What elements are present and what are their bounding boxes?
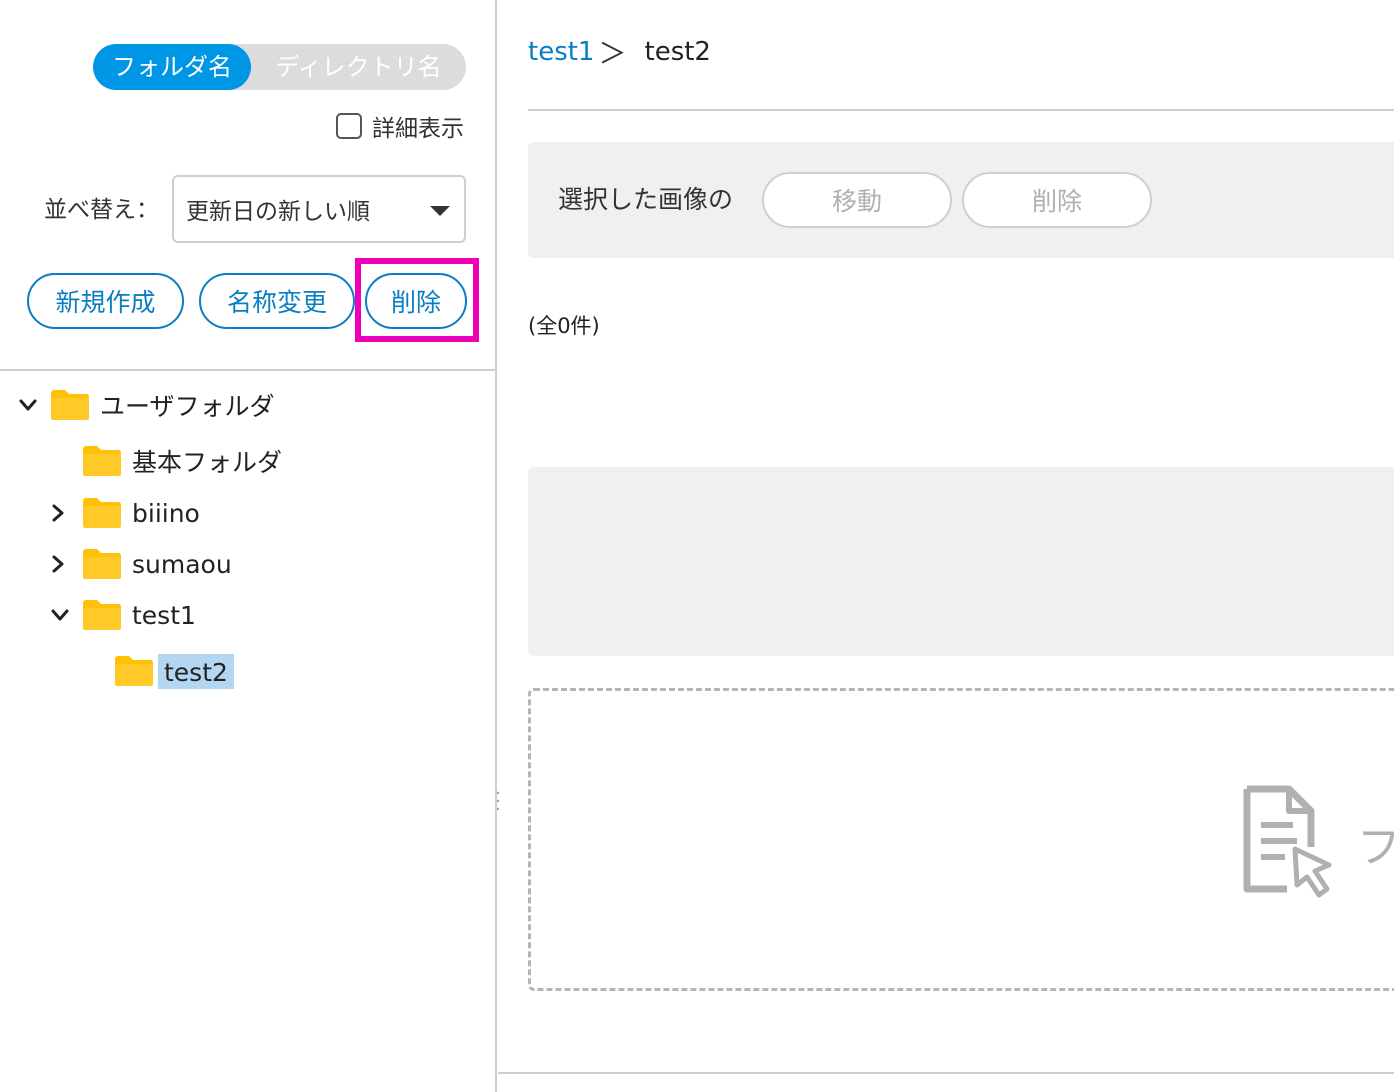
detail-view-option[interactable]: 詳細表示 <box>336 110 464 142</box>
sidebar: フォルダ名 ディレクトリ名 詳細表示 並べ替え： 更新日の新しい順 新規作成 名… <box>0 0 497 1092</box>
main-content: ··· test1 ＞ test2 選択した画像の 移動 削除 (全0件) <box>495 0 1394 1092</box>
detail-view-label: 詳細表示 <box>372 116 464 142</box>
rename-folder-button[interactable]: 名称変更 <box>199 273 355 329</box>
sort-label: 並べ替え： <box>44 197 159 223</box>
chevron-down-icon[interactable] <box>16 393 40 417</box>
sort-selected-value: 更新日の新しい順 <box>186 199 370 225</box>
image-action-bar: 選択した画像の 移動 削除 <box>528 142 1394 258</box>
tree-item-test1[interactable]: test1 <box>48 595 196 635</box>
breadcrumb-current: test2 <box>644 37 711 67</box>
image-count: (全0件) <box>528 314 600 338</box>
tree-item-label: ユーザフォルダ <box>100 392 275 421</box>
tree-item-biiino[interactable]: biiino <box>46 493 200 533</box>
tree-item-basic-folder[interactable]: 基本フォルダ <box>82 441 282 481</box>
tree-item-test2[interactable]: test2 <box>114 651 234 691</box>
header-divider <box>528 109 1394 111</box>
toggle-folder-name[interactable]: フォルダ名 <box>93 44 251 90</box>
tree-item-label: 基本フォルダ <box>132 448 283 477</box>
tree-item-label: test1 <box>132 600 196 630</box>
folder-icon <box>114 655 154 687</box>
app-window: フォルダ名 ディレクトリ名 詳細表示 並べ替え： 更新日の新しい順 新規作成 名… <box>0 0 1394 1092</box>
breadcrumb-link-test1[interactable]: test1 <box>528 37 594 67</box>
delete-images-button[interactable]: 削除 <box>962 172 1152 228</box>
toggle-directory-name[interactable]: ディレクトリ名 <box>251 44 466 90</box>
file-drop-icon <box>1243 785 1332 898</box>
chevron-right-icon[interactable] <box>46 501 70 525</box>
chevron-down-icon[interactable] <box>48 603 72 627</box>
detail-view-checkbox[interactable] <box>336 113 362 139</box>
breadcrumb-separator: ＞ <box>598 37 627 70</box>
breadcrumb: test1 ＞ test2 <box>528 32 711 72</box>
tree-item-user-folder[interactable]: ユーザフォルダ <box>16 385 275 425</box>
tree-item-label-selected: test2 <box>158 653 234 689</box>
drop-zone-text: フ <box>1357 822 1394 873</box>
new-folder-button[interactable]: 新規作成 <box>27 273 184 329</box>
folder-icon <box>82 497 122 529</box>
file-drop-zone[interactable]: フ <box>528 688 1394 991</box>
view-mode-toggle: フォルダ名 ディレクトリ名 <box>93 44 466 90</box>
sidebar-divider <box>0 369 497 371</box>
folder-icon <box>82 599 122 631</box>
folder-icon <box>50 389 90 421</box>
chevron-right-icon[interactable] <box>46 552 70 576</box>
delete-folder-button[interactable]: 削除 <box>365 273 467 329</box>
folder-icon <box>82 548 122 580</box>
move-images-button[interactable]: 移動 <box>762 172 952 228</box>
image-action-label: 選択した画像の <box>558 185 734 214</box>
sort-select[interactable]: 更新日の新しい順 <box>172 175 466 243</box>
bottom-divider <box>498 1072 1394 1074</box>
tree-item-label: sumaou <box>132 549 232 579</box>
tree-item-sumaou[interactable]: sumaou <box>46 544 232 584</box>
image-list-panel <box>528 467 1394 656</box>
resize-handle[interactable]: · · · <box>486 785 510 820</box>
tree-item-label: biiino <box>132 498 200 528</box>
folder-icon <box>82 445 122 477</box>
caret-down-icon <box>430 206 450 216</box>
